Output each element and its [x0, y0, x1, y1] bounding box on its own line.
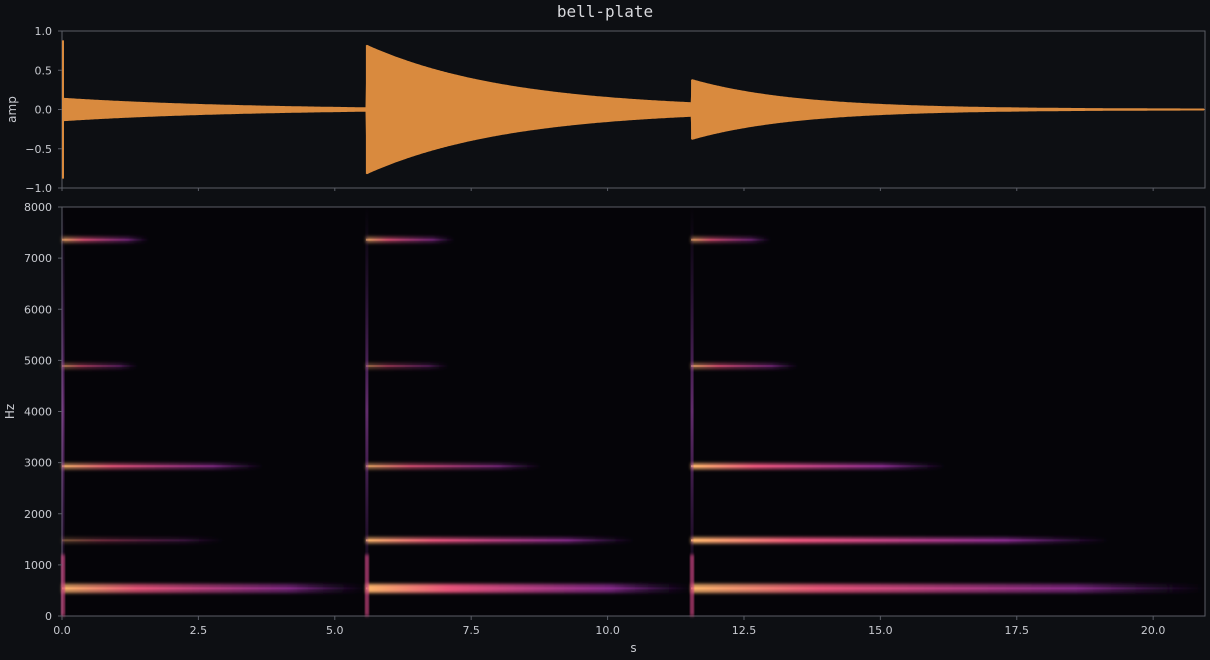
wave-ytick-label: 1.0: [35, 25, 53, 38]
partial-1480-hz: [365, 539, 635, 542]
spec-xtick-label: 7.5: [462, 624, 480, 637]
chart-figure: 1.0 0.5 0.0 −0.5 −1.0 amp 0 1000 2000 3000 4000 50…: [3, 25, 1206, 655]
spec-xtick-label: 12.5: [732, 624, 757, 637]
spec-ylabel: Hz: [3, 404, 17, 419]
spectrogram-axes: [61, 206, 1206, 617]
spec-ytick-label: 8000: [24, 201, 52, 214]
spec-xtick-label: 20.0: [1141, 624, 1166, 637]
partial-2930-hz: [365, 465, 543, 468]
partial-1480-hz: [62, 539, 226, 542]
spec-xtick-label: 0.0: [53, 624, 71, 637]
partial-7360-hz: [691, 238, 772, 241]
spectrogram-panel: 0 1000 2000 3000 4000 5000 6000 7000 8000 0.0 2.5 5…: [3, 201, 1206, 655]
spec-ytick-label: 5000: [24, 354, 52, 367]
wave-ytick-label: 0.0: [35, 104, 53, 117]
spec-ytick-label: 1000: [24, 559, 52, 572]
wave-ytick-label: 0.5: [35, 64, 53, 77]
spec-xtick-label: 10.0: [595, 624, 620, 637]
partial-7360-hz: [62, 238, 150, 241]
spec-ytick-label: 4000: [24, 406, 52, 419]
spec-ytick-label: 6000: [24, 303, 52, 316]
partial-4890-hz: [62, 364, 139, 367]
partial-4890-hz: [365, 364, 450, 367]
spec-xlabel: s: [630, 641, 636, 655]
onset-smear-low-3: [690, 554, 695, 616]
partial-4890-hz: [691, 364, 799, 367]
partial-540-hz: [62, 587, 366, 590]
wave-ytick-label: −1.0: [25, 182, 52, 195]
onset-smear-low-1: [61, 554, 65, 616]
spec-ytick-label: 7000: [24, 252, 52, 265]
waveform-panel: 1.0 0.5 0.0 −0.5 −1.0 amp: [5, 25, 1206, 195]
partial-2930-hz: [691, 465, 946, 468]
spec-ytick-label: 3000: [24, 457, 52, 470]
spec-xtick-label: 15.0: [868, 624, 893, 637]
spec-xtick-label: 17.5: [1005, 624, 1030, 637]
partial-7360-hz: [365, 238, 455, 241]
spec-xtick-label: 2.5: [190, 624, 208, 637]
onset-smear-low-2: [364, 554, 369, 616]
partial-540-hz: [365, 587, 692, 590]
spec-ytick-label: 0: [45, 610, 52, 623]
wave-ylabel: amp: [5, 96, 19, 123]
partial-540-hz: [691, 587, 1205, 590]
partial-1480-hz: [691, 539, 1110, 542]
partial-2930-hz: [62, 465, 264, 468]
spec-xtick-label: 5.0: [326, 624, 344, 637]
spec-ytick-label: 2000: [24, 508, 52, 521]
wave-ytick-label: −0.5: [25, 143, 52, 156]
